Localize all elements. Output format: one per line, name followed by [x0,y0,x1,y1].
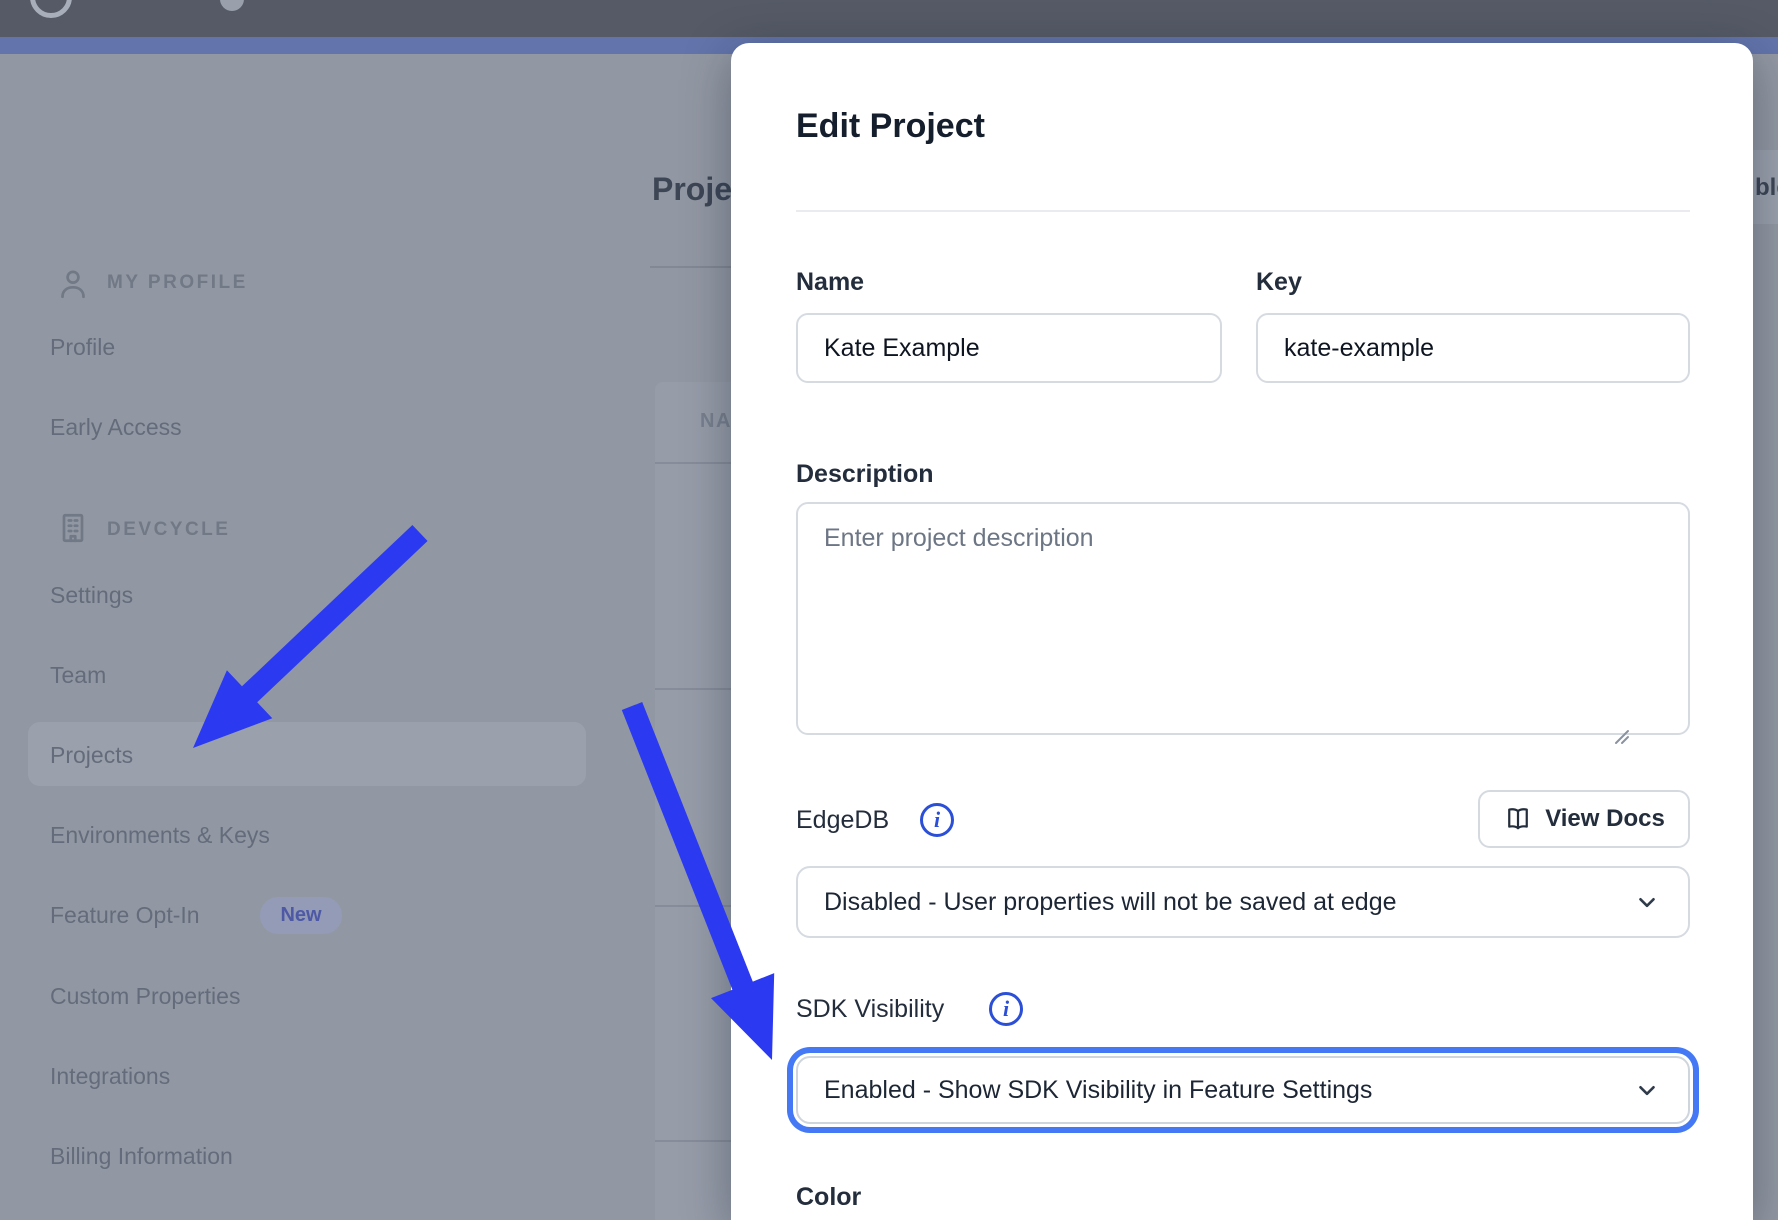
key-label: Key [1256,268,1302,297]
sdk-visibility-selected-option: Enabled - Show SDK Visibility in Feature… [824,1076,1372,1105]
modal-header-divider [796,210,1690,212]
edit-project-modal: Edit Project Name Key Description EdgeDB… [731,43,1753,1220]
name-label: Name [796,268,864,297]
view-docs-button[interactable]: View Docs [1478,790,1690,848]
sidebar-item-team[interactable]: Team [50,662,106,689]
chevron-down-icon [1634,889,1660,920]
arrow-to-projects [193,525,428,748]
sidebar-item-projects[interactable]: Projects [50,742,133,769]
sidebar-section-my-profile: MY PROFILE [107,272,248,294]
edgedb-info-icon[interactable]: i [920,803,954,837]
edgedb-select[interactable]: Disabled - User properties will not be s… [796,866,1690,938]
edgedb-label: EdgeDB [796,806,889,835]
modal-title: Edit Project [796,107,985,146]
table-row-divider [655,1140,731,1142]
sidebar-item-feature-opt-in[interactable]: Feature Opt-In [50,902,200,929]
right-edge-text-partial: ble [1755,174,1778,202]
description-label: Description [796,460,934,489]
person-icon [55,266,91,302]
sdk-visibility-info-icon[interactable]: i [989,992,1023,1026]
name-field[interactable] [796,313,1222,383]
view-docs-label: View Docs [1545,805,1665,833]
sidebar-item-profile[interactable]: Profile [50,334,115,361]
sidebar-item-custom-properties[interactable]: Custom Properties [50,983,240,1010]
sidebar-item-billing-information[interactable]: Billing Information [50,1143,233,1170]
new-badge: New [260,897,342,934]
book-icon [1503,805,1533,833]
sdk-visibility-label: SDK Visibility [796,995,944,1024]
projects-table-card [655,382,731,1220]
table-column-header-partial: NA [700,410,732,433]
description-field[interactable] [796,502,1690,735]
table-row-divider [655,688,731,690]
color-label: Color [796,1183,861,1212]
chevron-down-icon [1634,1077,1660,1108]
table-row-divider [655,905,731,907]
building-icon [55,510,91,546]
top-app-bar [0,0,1778,37]
sdk-visibility-select[interactable]: Enabled - Show SDK Visibility in Feature… [796,1056,1690,1124]
page-header-divider [650,266,731,268]
sidebar-section-devcycle: DEVCYCLE [107,519,230,541]
sidebar-item-integrations[interactable]: Integrations [50,1063,170,1090]
nav-avatar-icon [220,0,244,11]
app-logo-icon [30,0,72,18]
page-title-partial: Proje [652,171,732,208]
key-field[interactable] [1256,313,1690,383]
table-row-divider [655,462,731,464]
sidebar-item-environments-keys[interactable]: Environments & Keys [50,822,270,849]
edgedb-selected-option: Disabled - User properties will not be s… [824,888,1397,917]
sidebar-item-early-access[interactable]: Early Access [50,414,182,441]
sidebar-item-settings[interactable]: Settings [50,582,133,609]
